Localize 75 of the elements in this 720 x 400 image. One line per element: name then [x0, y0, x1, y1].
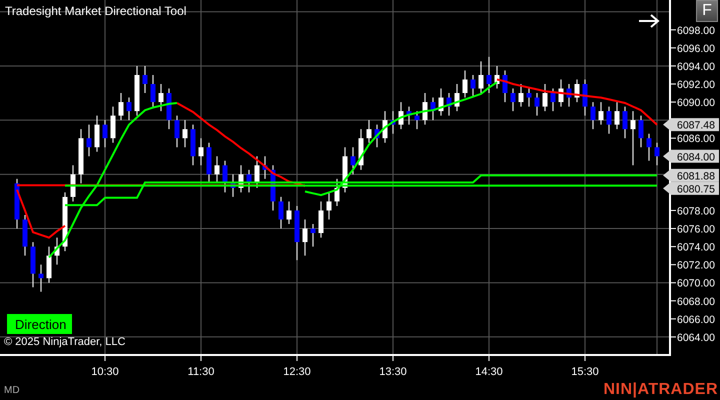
- candlestick: [630, 110, 636, 166]
- x-axis-label: 14:30: [475, 366, 503, 378]
- chart-title: Tradesight Market Directional Tool: [5, 4, 186, 18]
- y-axis-label: 6086.00: [677, 133, 715, 146]
- candlestick: [94, 115, 100, 152]
- candlestick: [102, 120, 108, 148]
- y-axis-label: 6072.00: [677, 260, 715, 272]
- candlestick: [318, 200, 324, 238]
- candlestick: [462, 70, 468, 98]
- candlestick: [326, 192, 332, 220]
- f-button[interactable]: F: [696, 0, 718, 22]
- candlestick: [110, 106, 116, 144]
- status-label: MD: [4, 384, 20, 396]
- candlestick: [142, 65, 148, 94]
- candlestick: [302, 219, 308, 256]
- candlestick: [590, 102, 596, 130]
- candlestick: [182, 120, 188, 148]
- y-axis-label: 6098.00: [677, 24, 715, 37]
- logo-text: NIN|ATRADER: [603, 381, 718, 399]
- y-axis-label: 6064.00: [677, 332, 715, 344]
- price-marker: 6081.88: [663, 168, 719, 182]
- candlestick: [150, 74, 156, 108]
- candlestick: [646, 133, 652, 162]
- candlestick: [606, 106, 612, 134]
- candlestick: [470, 74, 476, 98]
- candlestick: [38, 264, 44, 292]
- candlestick: [310, 224, 316, 248]
- y-axis-label: 6076.00: [677, 224, 715, 236]
- y-axis-label: 6070.00: [677, 278, 715, 290]
- y-axis-label: 6074.00: [677, 242, 715, 254]
- candlestick: [366, 120, 372, 144]
- price-marker: 6084.00: [663, 150, 719, 164]
- y-axis-label: 6068.00: [677, 296, 715, 308]
- x-axis-label: 12:30: [283, 366, 311, 378]
- candlestick: [518, 84, 524, 108]
- candlestick: [614, 102, 620, 130]
- candlestick: [510, 88, 516, 112]
- y-axis-label: 6092.00: [677, 79, 715, 91]
- candlestick: [46, 246, 52, 284]
- candlestick: [198, 138, 204, 166]
- candlestick: [478, 60, 484, 94]
- candlestick: [278, 196, 284, 230]
- direction-button[interactable]: Direction: [7, 314, 72, 334]
- candlestick: [598, 102, 604, 126]
- candlestick: [534, 92, 540, 116]
- candlestick: [486, 56, 492, 94]
- price-marker: 6080.75: [663, 182, 719, 196]
- y-axis-label: 6066.00: [677, 314, 715, 326]
- candlestick: [526, 88, 532, 108]
- candlestick: [550, 88, 556, 112]
- candlestick: [158, 84, 164, 112]
- candlestick: [126, 97, 132, 121]
- candlestick: [214, 156, 220, 184]
- copyright-text: © 2025 NinjaTrader, LLC: [4, 336, 126, 348]
- y-axis-label: 6094.00: [677, 60, 715, 73]
- candlestick: [622, 106, 628, 139]
- price-marker: 6087.48: [663, 118, 719, 132]
- candlestick: [118, 92, 124, 121]
- candlestick: [86, 124, 92, 157]
- y-axis-label: 6090.00: [677, 97, 715, 110]
- x-axis-label: 10:30: [91, 366, 119, 378]
- arrow-right-icon[interactable]: [637, 13, 661, 29]
- candlestick: [174, 115, 180, 148]
- x-axis-label: 13:30: [379, 366, 407, 378]
- y-axis-label: 6078.00: [677, 205, 715, 218]
- candlestick: [638, 115, 644, 148]
- candlestick: [286, 200, 292, 225]
- candlestick: [414, 110, 420, 130]
- candlestick: [542, 84, 548, 112]
- x-axis-label: 15:30: [571, 366, 599, 378]
- y-axis-label: 6096.00: [677, 42, 715, 55]
- candlestick: [654, 142, 660, 166]
- candlestick: [350, 146, 356, 175]
- x-axis-label: 11:30: [188, 366, 214, 378]
- candlestick: [582, 78, 588, 116]
